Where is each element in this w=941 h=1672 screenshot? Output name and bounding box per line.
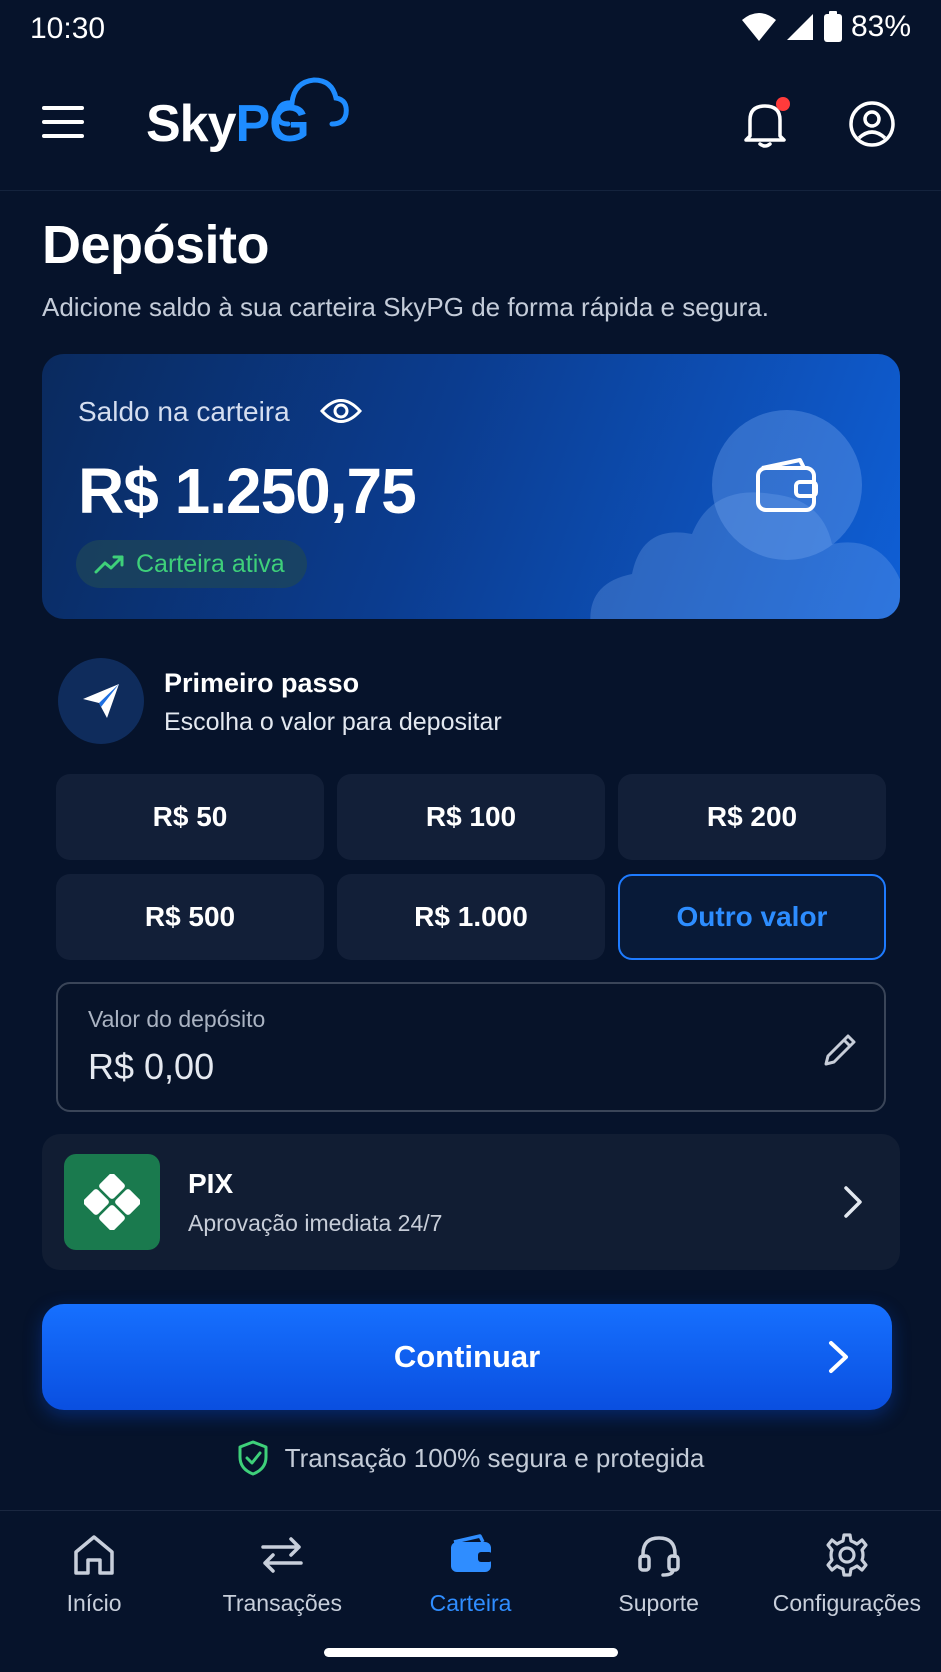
eye-icon[interactable] xyxy=(320,396,362,426)
paper-plane-icon xyxy=(83,684,119,718)
pencil-icon[interactable] xyxy=(820,1030,860,1070)
wallet-icon xyxy=(756,458,818,512)
nav-item-configuracoes[interactable]: Configurações xyxy=(753,1512,941,1642)
status-indicators: 83% xyxy=(741,10,911,44)
step-icon-circle xyxy=(58,658,144,744)
wifi-icon xyxy=(741,13,776,41)
shield-check-icon xyxy=(238,1440,268,1476)
transfer-arrows-icon xyxy=(261,1537,304,1573)
amount-option-1000[interactable]: R$ 1.000 xyxy=(337,874,605,960)
nav-label-transacoes: Transações xyxy=(222,1590,342,1616)
hamburger-menu-icon[interactable] xyxy=(42,104,88,140)
signal-icon xyxy=(786,14,813,40)
deposit-amount-input[interactable] xyxy=(88,1042,728,1092)
pix-subtitle: Aprovação imediata 24/7 xyxy=(188,1210,443,1236)
wallet-status-text: Carteira ativa xyxy=(136,549,285,578)
header-divider xyxy=(0,190,941,191)
battery-percentage: 83% xyxy=(850,10,911,43)
wallet-status-badge: Carteira ativa xyxy=(76,540,307,588)
home-icon xyxy=(74,1535,114,1575)
step-title: Primeiro passo xyxy=(164,668,360,698)
pix-logo xyxy=(64,1154,160,1250)
notification-badge xyxy=(776,97,790,111)
amount-option-50[interactable]: R$ 50 xyxy=(56,774,324,860)
chevron-right-icon xyxy=(829,1341,848,1373)
deposit-amount-field[interactable]: Valor do depósito xyxy=(56,982,886,1112)
deposit-label: Valor do depósito xyxy=(88,1006,266,1032)
step-subtitle: Escolha o valor para depositar xyxy=(164,708,502,736)
amount-option-200[interactable]: R$ 200 xyxy=(618,774,886,860)
secure-note: Transação 100% segura e protegida xyxy=(0,1440,941,1476)
chevron-right-icon xyxy=(844,1186,862,1218)
pix-icon xyxy=(84,1174,140,1230)
home-indicator[interactable] xyxy=(324,1648,618,1657)
gear-icon xyxy=(826,1533,868,1577)
payment-method-pix[interactable]: PIX Aprovação imediata 24/7 xyxy=(42,1134,900,1270)
amount-option-500[interactable]: R$ 500 xyxy=(56,874,324,960)
bottom-nav-divider xyxy=(0,1510,941,1511)
status-time: 10:30 xyxy=(30,12,106,45)
logo-cloud-icon xyxy=(275,77,349,127)
nav-label-configuracoes: Configurações xyxy=(772,1590,922,1616)
amount-option-100[interactable]: R$ 100 xyxy=(337,774,605,860)
wallet-icon xyxy=(450,1534,492,1572)
nav-item-suporte[interactable]: Suporte xyxy=(565,1512,753,1642)
balance-card: Saldo na carteira R$ 1.250,75 Carteira a… xyxy=(42,354,900,619)
profile-icon[interactable] xyxy=(848,100,896,148)
nav-item-transacoes[interactable]: Transações xyxy=(188,1512,376,1642)
battery-icon xyxy=(823,11,842,42)
page-subtitle: Adicione saldo à sua carteira SkyPG de f… xyxy=(42,292,769,322)
nav-label-inicio: Início xyxy=(66,1590,122,1616)
amount-option-other[interactable]: Outro valor xyxy=(618,874,886,960)
continue-label: Continuar xyxy=(393,1339,541,1374)
nav-label-carteira: Carteira xyxy=(429,1590,512,1616)
nav-item-carteira[interactable]: Carteira xyxy=(376,1512,564,1642)
nav-label-suporte: Suporte xyxy=(618,1590,699,1616)
headset-icon xyxy=(637,1536,680,1577)
balance-label: Saldo na carteira xyxy=(78,396,290,427)
balance-amount: R$ 1.250,75 xyxy=(78,455,417,527)
trending-up-icon xyxy=(94,555,124,574)
pix-title: PIX xyxy=(188,1168,234,1199)
nav-item-inicio[interactable]: Início xyxy=(0,1512,188,1642)
bottom-navigation: Início Transações Carteira Suporte Confi… xyxy=(0,1512,941,1642)
continue-button[interactable]: Continuar xyxy=(42,1304,892,1410)
wallet-icon-circle xyxy=(712,410,862,560)
page-title: Depósito xyxy=(42,215,270,275)
skypg-logo[interactable]: SkyPG xyxy=(146,72,356,162)
secure-note-text: Transação 100% segura e protegida xyxy=(284,1442,705,1473)
